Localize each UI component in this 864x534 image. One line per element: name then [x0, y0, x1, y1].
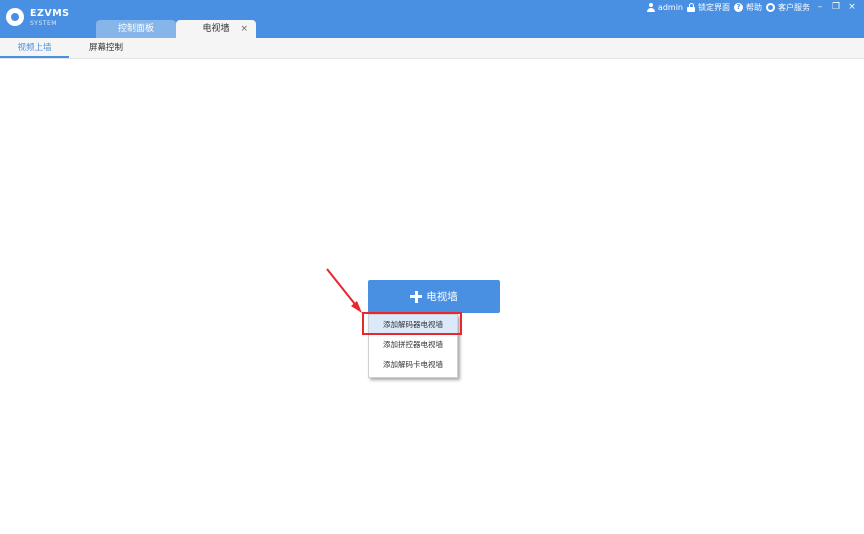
annotation-arrow-icon — [326, 268, 362, 313]
tab-control-panel[interactable]: 控制面板 — [96, 20, 176, 38]
top-right-toolbar: admin 锁定界面 ? 帮助 客户服务 – ❐ × — [646, 0, 858, 14]
user-icon — [646, 2, 655, 12]
tab-label: 电视墙 — [202, 24, 230, 34]
service-icon — [766, 2, 775, 12]
lock-label: 锁定界面 — [698, 2, 730, 12]
title-bar: EZVMS SYSTEM 控制面板 电视墙 × admin 锁定界面 ? 帮助 … — [0, 0, 864, 38]
tab-tv-wall[interactable]: 电视墙 × — [176, 20, 256, 38]
tab-label: 控制面板 — [117, 24, 154, 34]
subtab-video-to-wall[interactable]: 视频上墙 — [0, 38, 69, 58]
help-label: 帮助 — [746, 2, 762, 12]
user-menu[interactable]: admin — [646, 2, 683, 12]
close-window-button[interactable]: × — [846, 2, 858, 12]
help-button[interactable]: ? 帮助 — [734, 2, 762, 13]
logo-subtitle: SYSTEM — [30, 20, 57, 27]
logo-title: EZVMS — [30, 8, 70, 19]
customer-service-button[interactable]: 客户服务 — [766, 2, 810, 13]
lock-icon — [687, 2, 695, 12]
restore-button[interactable]: ❐ — [830, 2, 842, 12]
minimize-button[interactable]: – — [814, 2, 826, 12]
sub-tab-bar: 视频上墙 屏幕控制 — [0, 38, 864, 59]
username: admin — [657, 2, 683, 12]
logo-icon — [6, 8, 24, 26]
close-tab-icon[interactable]: × — [240, 20, 248, 38]
lock-screen-button[interactable]: 锁定界面 — [687, 2, 730, 13]
help-icon: ? — [734, 2, 743, 12]
subtab-screen-control[interactable]: 屏幕控制 — [69, 38, 143, 58]
main-content: 电视墙 添加解码器电视墙 添加拼控器电视墙 添加解码卡电视墙 — [0, 58, 864, 534]
service-label: 客户服务 — [778, 2, 810, 12]
